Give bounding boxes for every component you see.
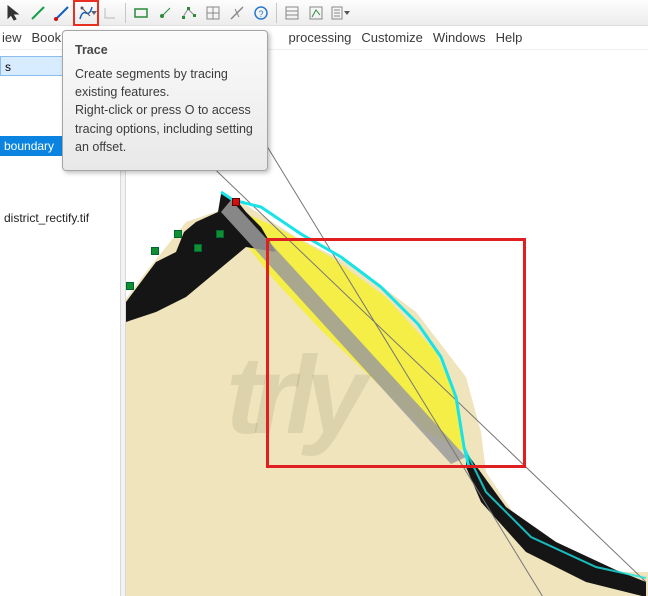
- edit-vertex[interactable]: [194, 244, 202, 252]
- menu-windows[interactable]: Windows: [433, 27, 496, 48]
- reshape-tool-icon[interactable]: [201, 1, 225, 25]
- menu-customize[interactable]: Customize: [361, 27, 432, 48]
- line-edit-tool-icon[interactable]: [50, 1, 74, 25]
- edit-vertex[interactable]: [151, 247, 159, 255]
- point-tool-icon[interactable]: [153, 1, 177, 25]
- editor-toolbar: ?: [0, 0, 648, 26]
- trace-tooltip: Trace Create segments by tracing existin…: [62, 30, 268, 171]
- annotation-rectangle: [266, 238, 526, 468]
- line-tool-icon[interactable]: [26, 1, 50, 25]
- help-tool-icon[interactable]: ?: [249, 1, 273, 25]
- cut-polygons-tool-icon[interactable]: [225, 1, 249, 25]
- edit-vertex[interactable]: [216, 230, 224, 238]
- menu-view[interactable]: iew: [2, 27, 32, 48]
- edit-vertices-tool-icon[interactable]: [177, 1, 201, 25]
- menu-processing[interactable]: processing: [289, 27, 362, 48]
- edit-vertex[interactable]: [126, 282, 134, 290]
- right-angle-tool-icon[interactable]: [98, 1, 122, 25]
- tooltip-body: Create segments by tracing existing feat…: [75, 65, 255, 156]
- trace-tool-icon[interactable]: [74, 1, 98, 25]
- toolbar-divider: [125, 3, 126, 23]
- pointer-tool-icon[interactable]: [2, 1, 26, 25]
- edit-vertex[interactable]: [174, 230, 182, 238]
- edit-vertex-selected[interactable]: [232, 198, 240, 206]
- svg-text:?: ?: [258, 9, 263, 19]
- sketch-properties-tool-icon[interactable]: [304, 1, 328, 25]
- tooltip-title: Trace: [75, 41, 255, 59]
- menu-help[interactable]: Help: [496, 27, 533, 48]
- rect-tool-icon[interactable]: [129, 1, 153, 25]
- toc-raster-layer[interactable]: district_rectify.tif: [0, 208, 120, 228]
- toolbar-divider: [276, 3, 277, 23]
- options-tool-icon[interactable]: [328, 1, 352, 25]
- attributes-tool-icon[interactable]: [280, 1, 304, 25]
